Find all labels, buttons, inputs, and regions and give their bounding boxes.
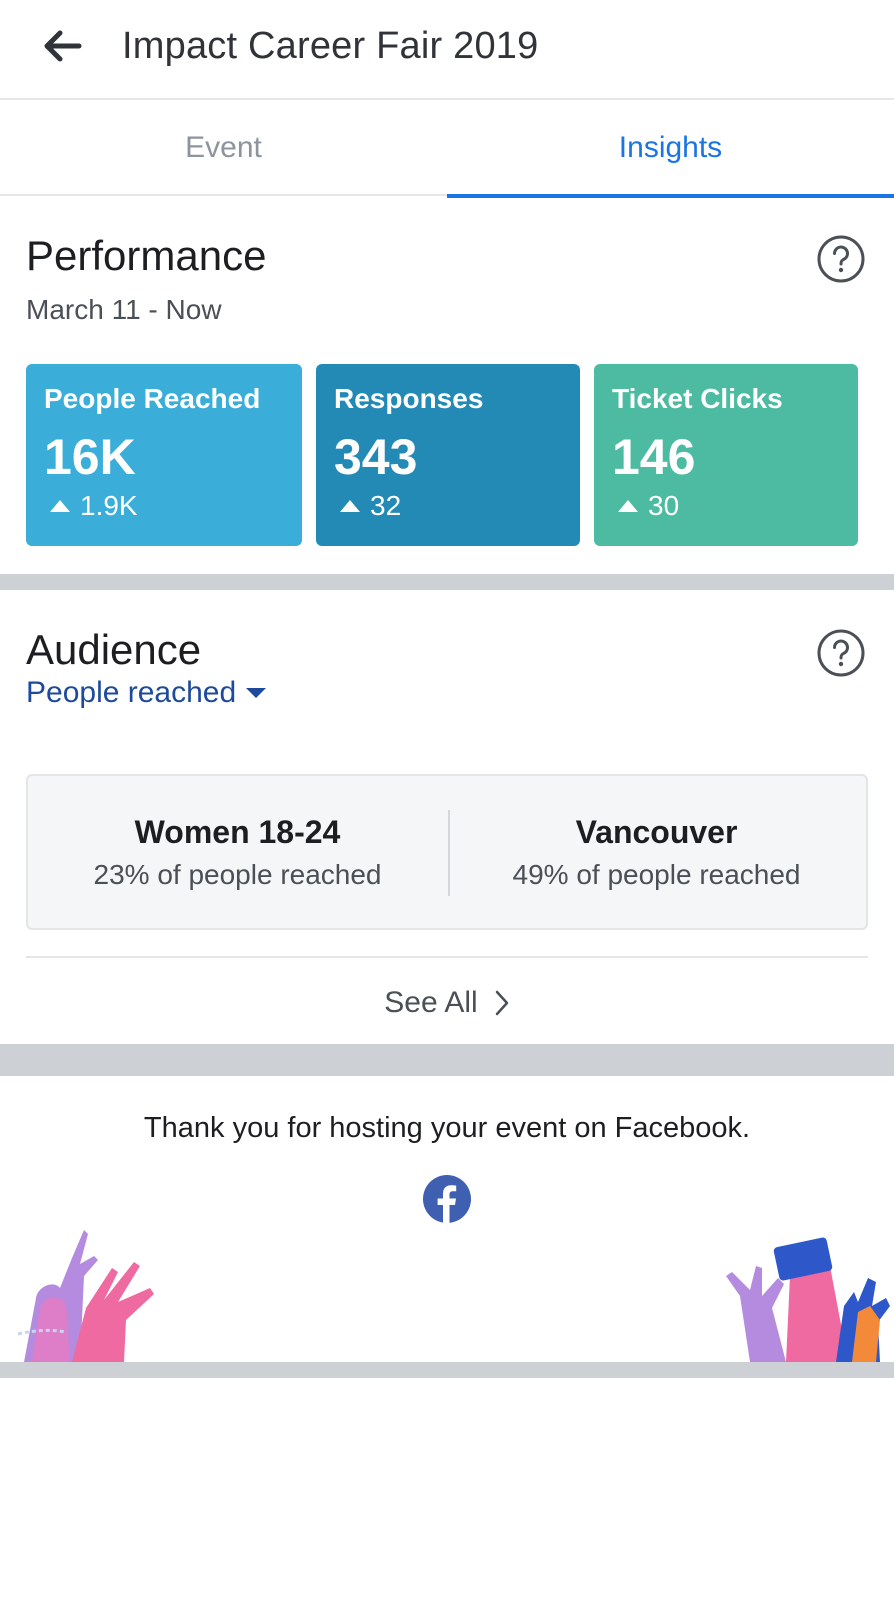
up-triangle-icon <box>50 500 70 512</box>
see-all-button[interactable]: See All <box>0 978 894 1028</box>
tab-insights[interactable]: Insights <box>447 100 894 198</box>
caret-down-icon <box>246 688 267 698</box>
metric-card-people-reached[interactable]: People Reached 16K 1.9K <box>26 364 302 546</box>
metric-label: People Reached <box>44 383 261 414</box>
app-header: Impact Career Fair 2019 <box>0 0 894 100</box>
page-title: Impact Career Fair 2019 <box>122 25 539 67</box>
see-all-label: See All <box>384 986 478 1019</box>
metric-label: Ticket Clicks <box>612 383 783 414</box>
date-range: March 11 - Now <box>26 294 222 325</box>
audience-item-name: Vancouver <box>575 813 738 850</box>
metric-delta-value: 32 <box>370 490 402 521</box>
chevron-right-icon <box>495 990 508 1016</box>
audience-metric-dropdown[interactable]: People reached <box>26 676 267 710</box>
question-circle-icon[interactable] <box>816 234 866 284</box>
event-insights-screen: Impact Career Fair 2019 Event Insights P… <box>0 0 894 1604</box>
metric-value: 343 <box>334 429 418 485</box>
metric-delta: 1.9K <box>44 490 284 522</box>
performance-title: Performance <box>26 232 267 279</box>
audience-item-percent: 49% of people reached <box>512 858 801 890</box>
metric-delta: 30 <box>612 490 840 522</box>
audience-item-name: Women 18-24 <box>134 813 341 850</box>
divider <box>26 956 868 958</box>
metric-value: 146 <box>612 429 696 485</box>
metric-value: 16K <box>44 429 136 485</box>
thanks-message: Thank you for hosting your event on Face… <box>143 1112 751 1144</box>
metric-card-responses[interactable]: Responses 343 32 <box>316 364 580 546</box>
audience-title: Audience <box>26 626 202 673</box>
facebook-logo-icon <box>423 1175 471 1223</box>
metric-card-ticket-clicks[interactable]: Ticket Clicks 146 30 <box>594 364 858 546</box>
up-triangle-icon <box>618 500 638 512</box>
audience-summary: Women 18-24 23% of people reached Vancou… <box>26 774 868 930</box>
metric-label: Responses <box>334 383 484 414</box>
tab-bar: Event Insights <box>0 100 894 198</box>
audience-item-percent: 23% of people reached <box>93 858 382 890</box>
metric-delta: 32 <box>334 490 562 522</box>
vertical-divider <box>448 810 450 896</box>
audience-item-location: Vancouver 49% of people reached <box>447 776 866 928</box>
dropdown-label: People reached <box>26 676 237 709</box>
metric-delta-value: 1.9K <box>80 490 138 521</box>
metric-cards: People Reached 16K 1.9K Responses 343 32… <box>26 364 862 548</box>
tab-event[interactable]: Event <box>0 100 447 196</box>
section-divider <box>0 574 894 590</box>
hands-illustration-right <box>726 1237 890 1362</box>
question-circle-icon[interactable] <box>816 628 866 678</box>
arrow-left-icon <box>44 30 82 62</box>
hands-illustration-left <box>17 1230 154 1362</box>
up-triangle-icon <box>340 500 360 512</box>
section-divider <box>0 1044 894 1076</box>
metric-delta-value: 30 <box>648 490 680 521</box>
audience-item-demographic: Women 18-24 23% of people reached <box>28 776 447 928</box>
section-divider <box>0 1362 894 1378</box>
back-button[interactable] <box>36 24 88 68</box>
